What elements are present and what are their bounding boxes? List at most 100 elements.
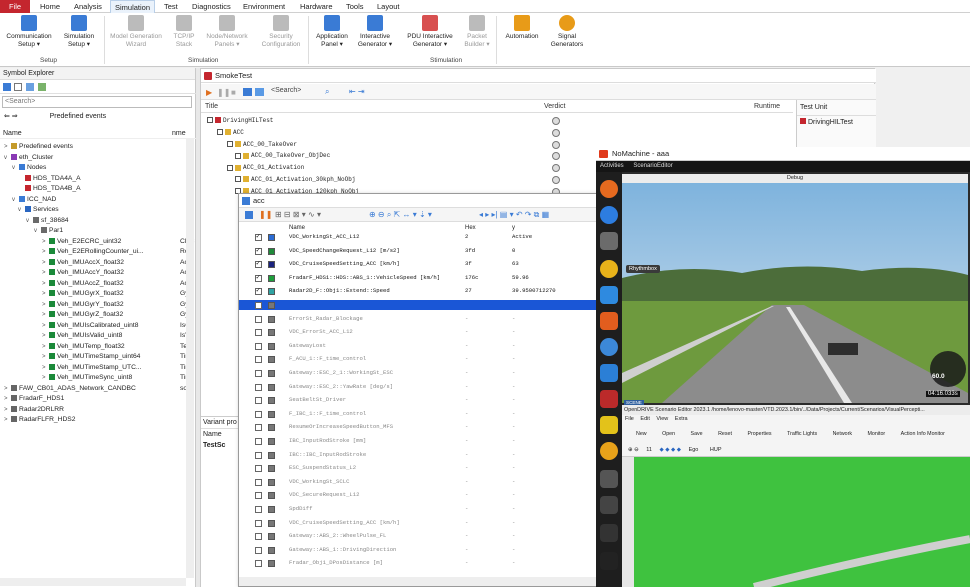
signal-color-swatch[interactable] bbox=[268, 261, 275, 269]
open-button[interactable]: Open bbox=[662, 431, 675, 437]
signal-checkbox[interactable] bbox=[255, 246, 262, 256]
tree-item[interactable]: > Veh_IMUTimeStamp_UTC... bbox=[42, 363, 141, 373]
expand-toggle-icon[interactable]: > bbox=[4, 394, 11, 404]
tools-icon[interactable] bbox=[600, 496, 618, 514]
signal-checkbox[interactable] bbox=[255, 533, 262, 541]
action-info-monitor-button[interactable]: Action Info Monitor bbox=[901, 431, 945, 437]
signal-row[interactable]: Fradar_Obj1_DPosDistance [m] - - bbox=[239, 558, 599, 568]
signal-color-swatch[interactable] bbox=[268, 438, 275, 445]
expand-toggle-icon[interactable]: v bbox=[18, 205, 25, 215]
tree-item[interactable]: v sf_38684 bbox=[26, 216, 69, 226]
signal-checkbox[interactable] bbox=[255, 438, 262, 445]
thunderbird-icon[interactable] bbox=[600, 206, 618, 224]
tree-item[interactable]: v ICC_NAD bbox=[12, 195, 56, 205]
signal-checkbox[interactable] bbox=[255, 273, 262, 283]
pdu-interactive-generator-button[interactable]: PDU Interactive Generator ▾ bbox=[400, 15, 460, 48]
tree-item[interactable]: > Veh_IMUAccY_float32 bbox=[42, 268, 124, 278]
menu-view[interactable]: View bbox=[656, 416, 668, 422]
signal-icon[interactable] bbox=[14, 83, 22, 91]
signal-row[interactable]: ESC_SuspendStatus_L2 - - bbox=[239, 463, 599, 473]
tree-item[interactable]: > Veh_IMUGyrZ_float32 bbox=[42, 310, 123, 320]
signal-checkbox[interactable] bbox=[255, 465, 262, 473]
test-tree-item[interactable]: ACC_01_Activation_30kph_NoObj bbox=[235, 175, 355, 185]
vtd-icon[interactable] bbox=[600, 442, 618, 460]
expand-toggle-icon[interactable]: v bbox=[4, 153, 11, 163]
signal-row[interactable]: VDC_CruiseSpeedSetting_ACC [km/h] 3f 63 bbox=[239, 259, 599, 270]
tab-tools[interactable]: Tools bbox=[344, 0, 366, 13]
menu-extra[interactable]: Extra bbox=[675, 416, 688, 422]
tree-item[interactable]: v Par1 bbox=[34, 226, 63, 236]
terminal-icon[interactable] bbox=[600, 552, 618, 570]
filter-icon[interactable] bbox=[26, 83, 34, 91]
pause-icon[interactable]: ❚❚ bbox=[217, 88, 230, 97]
signal-color-swatch[interactable] bbox=[268, 478, 275, 486]
tcpip-stack-button[interactable]: TCP/IP Stack bbox=[170, 15, 198, 48]
test-tree-item[interactable]: ACC_01_Activation bbox=[227, 163, 304, 173]
packet-builder-button[interactable]: Packet Builder ▾ bbox=[462, 15, 492, 48]
software-icon[interactable] bbox=[600, 312, 618, 330]
expand-toggle-icon[interactable]: > bbox=[42, 289, 49, 299]
expand-icon[interactable] bbox=[38, 83, 46, 91]
expand-toggle-icon[interactable]: > bbox=[42, 237, 49, 247]
menu-file[interactable]: File bbox=[625, 416, 634, 422]
signal-color-swatch[interactable] bbox=[268, 410, 275, 418]
tab-layout[interactable]: Layout bbox=[375, 0, 402, 13]
signal-color-swatch[interactable] bbox=[268, 274, 275, 282]
signal-color-swatch[interactable] bbox=[268, 533, 275, 541]
test-tree-item[interactable]: ACC_00_TakeOver_ObjDec bbox=[235, 151, 330, 161]
zoom-icons[interactable]: ⊕ ⊖ ⌕ ⇱ ↔ ▾ ⇣ ▾ bbox=[369, 210, 432, 220]
signal-row[interactable]: F_IBC_1::F_time_control - - bbox=[239, 409, 599, 419]
ego-select[interactable]: Ego bbox=[689, 447, 699, 453]
signal-color-swatch[interactable] bbox=[268, 424, 275, 432]
signal-checkbox[interactable] bbox=[255, 356, 262, 364]
pause-icon[interactable]: ❚❚ bbox=[259, 210, 272, 219]
tree-item[interactable]: > Veh_IMUGyrX_float32 bbox=[42, 289, 124, 299]
acc-scrollbar[interactable] bbox=[239, 577, 599, 586]
tree-item[interactable]: > RadarFLFR_HDS2 bbox=[4, 415, 76, 425]
expand-toggle-icon[interactable]: > bbox=[42, 321, 49, 331]
expand-toggle-icon[interactable]: > bbox=[4, 405, 11, 415]
expand-toggle-icon[interactable]: > bbox=[42, 300, 49, 310]
signal-row[interactable]: VDC_WorkingSt_SCLC - - bbox=[239, 477, 599, 487]
test-tree-item[interactable]: DrivingHILTest bbox=[207, 116, 273, 126]
checkbox[interactable] bbox=[227, 141, 233, 148]
signal-checkbox[interactable] bbox=[255, 302, 262, 309]
signal-color-swatch[interactable] bbox=[268, 465, 275, 473]
checkbox[interactable] bbox=[235, 152, 241, 159]
vertical-scrollbar[interactable] bbox=[186, 138, 194, 578]
signal-row[interactable]: SpdDiff - - bbox=[239, 504, 599, 514]
signal-row[interactable]: Gateway::ESC_2_1::WorkingSt_ESC - - bbox=[239, 368, 599, 378]
signal-color-swatch[interactable] bbox=[268, 519, 275, 527]
signal-checkbox[interactable] bbox=[255, 506, 262, 513]
signal-checkbox[interactable] bbox=[255, 397, 262, 405]
expand-toggle-icon[interactable]: > bbox=[42, 373, 49, 383]
checkbox[interactable] bbox=[235, 176, 241, 183]
tab-file[interactable]: File bbox=[0, 0, 30, 13]
signal-checkbox[interactable] bbox=[255, 492, 262, 500]
signal-color-swatch[interactable] bbox=[268, 315, 275, 323]
checkbox[interactable] bbox=[227, 164, 233, 171]
monitor-button[interactable]: Monitor bbox=[868, 431, 886, 437]
signal-checkbox[interactable] bbox=[255, 370, 262, 377]
expand-toggle-icon[interactable]: > bbox=[42, 247, 49, 257]
tab-home[interactable]: Home bbox=[38, 0, 62, 13]
rhythmbox-icon[interactable] bbox=[600, 260, 618, 278]
tree-item[interactable]: HDS_TDA4A_A bbox=[18, 174, 81, 184]
zoom-value[interactable]: 11 bbox=[646, 447, 652, 453]
signal-checkbox[interactable] bbox=[255, 424, 262, 432]
navigate-icon[interactable]: ⇤ ⇥ bbox=[349, 87, 365, 96]
signal-color-swatch[interactable] bbox=[268, 302, 275, 309]
expand-toggle-icon[interactable]: > bbox=[42, 258, 49, 268]
help-icon[interactable] bbox=[600, 338, 618, 356]
expand-toggle-icon[interactable]: > bbox=[42, 268, 49, 278]
report-icon[interactable] bbox=[243, 88, 252, 96]
signal-checkbox[interactable] bbox=[255, 519, 262, 527]
signal-color-swatch[interactable] bbox=[268, 451, 275, 459]
tab-simulation[interactable]: Simulation bbox=[110, 0, 156, 13]
signal-color-swatch[interactable] bbox=[268, 370, 275, 377]
signal-row[interactable]: SeatBeltSt_Driver - - bbox=[239, 395, 599, 405]
tree-item[interactable]: > Predefined events bbox=[4, 142, 73, 152]
signal-color-swatch[interactable] bbox=[268, 397, 275, 405]
tree-item[interactable]: v Services bbox=[18, 205, 59, 215]
chart-type-icon[interactable] bbox=[245, 211, 253, 219]
